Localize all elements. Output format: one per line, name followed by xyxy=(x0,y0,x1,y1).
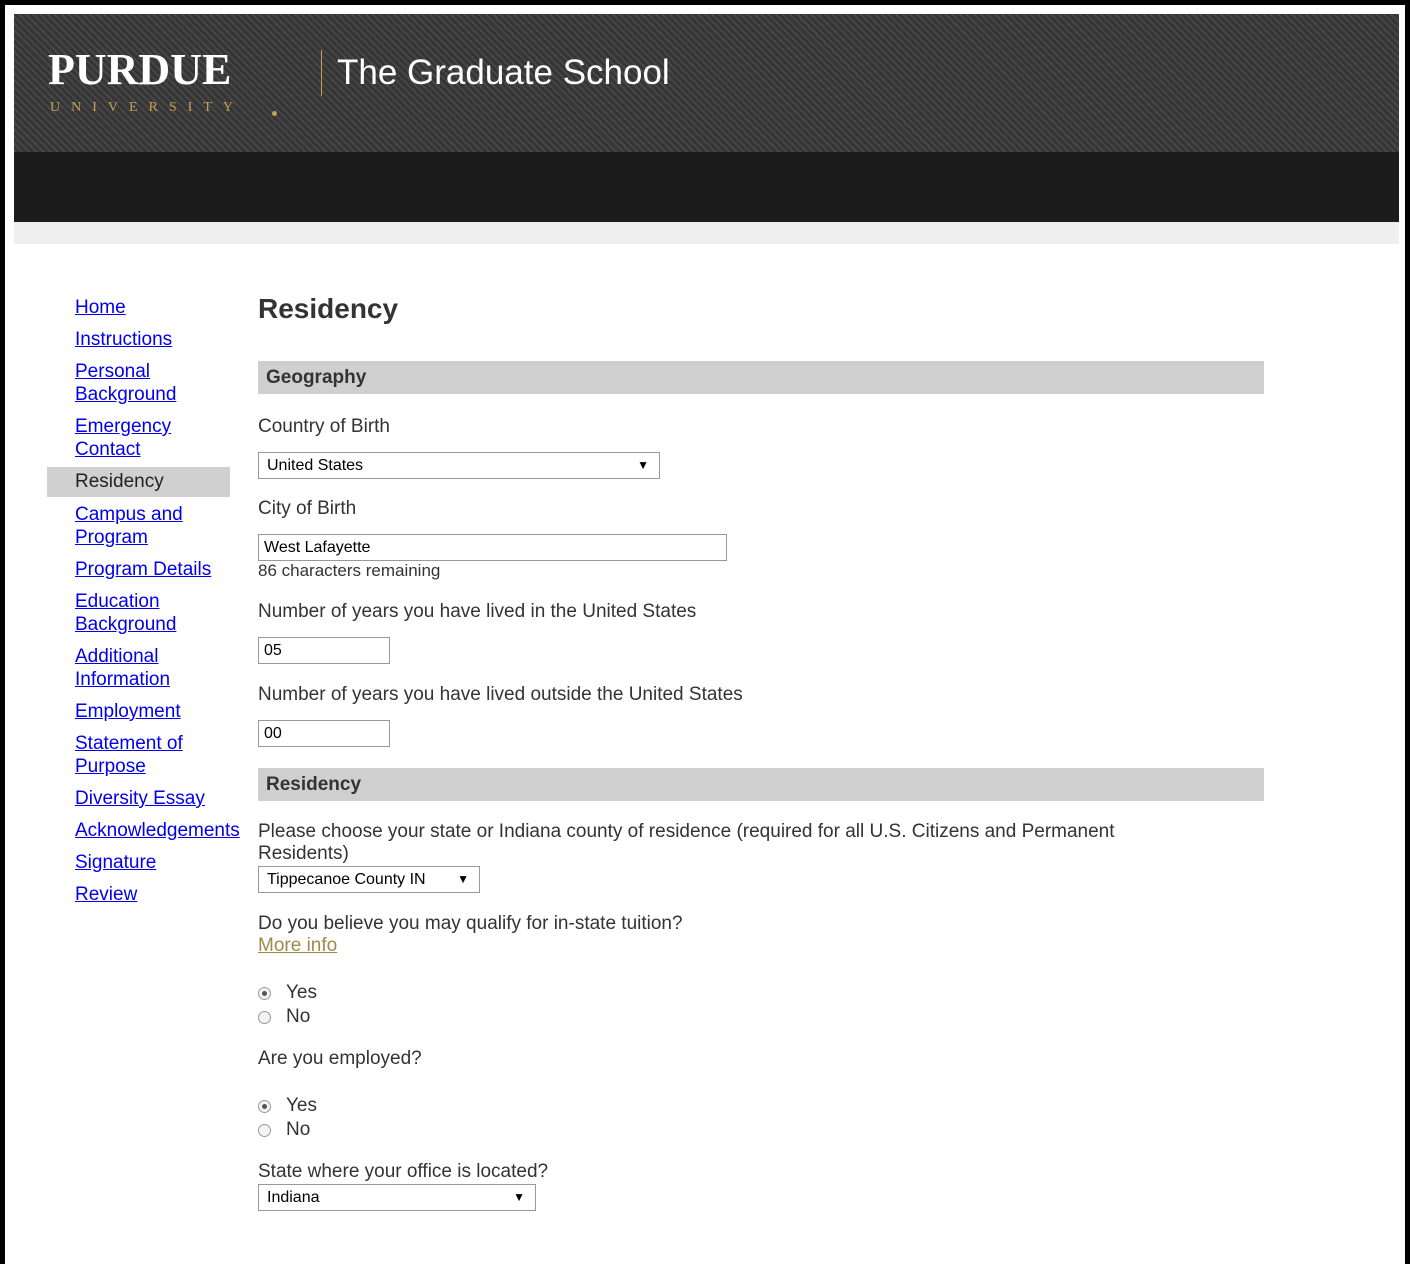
purdue-logo-wordmark[interactable]: PURDUE xyxy=(48,48,231,92)
city-characters-remaining: 86 characters remaining xyxy=(258,561,441,580)
state-of-residence-select[interactable]: Tippecanoe County IN ▼ xyxy=(258,866,480,893)
years-in-us-label: Number of years you have lived in the Un… xyxy=(258,601,697,622)
tuition-yes-radio[interactable] xyxy=(258,986,271,1000)
city-of-birth-label: City of Birth xyxy=(258,498,357,519)
years-outside-us-input[interactable]: 00 xyxy=(258,720,390,747)
browser-frame: PURDUE UNIVERSITY The Graduate School Ho… xyxy=(0,0,1410,1264)
tuition-no-option[interactable]: No xyxy=(258,1005,1264,1029)
chevron-down-icon: ▼ xyxy=(457,872,469,886)
employed-yes-label: Yes xyxy=(286,1095,317,1116)
in-state-tuition-question: Do you believe you may qualify for in-st… xyxy=(258,913,683,934)
employed-no-option[interactable]: No xyxy=(258,1118,1264,1142)
employed-no-label: No xyxy=(286,1119,311,1140)
nav-review[interactable]: Review xyxy=(47,883,230,906)
nav-signature[interactable]: Signature xyxy=(47,851,230,874)
nav-residency-active[interactable]: Residency xyxy=(47,467,230,497)
main-content: Residency Geography Country of Birth Uni… xyxy=(258,290,1264,1211)
page-title: Residency xyxy=(258,293,399,324)
logo-registered-dot xyxy=(272,111,277,116)
chevron-down-icon: ▼ xyxy=(513,1190,525,1204)
office-state-select[interactable]: Indiana ▼ xyxy=(258,1184,536,1211)
nav-statement-of-purpose[interactable]: Statement of Purpose xyxy=(47,732,195,778)
employed-yes-radio[interactable] xyxy=(258,1099,271,1113)
header-banner: PURDUE UNIVERSITY The Graduate School xyxy=(14,14,1399,152)
nav-instructions[interactable]: Instructions xyxy=(47,328,230,351)
purdue-logo-university: UNIVERSITY xyxy=(50,100,244,115)
nav-program-details[interactable]: Program Details xyxy=(47,558,230,581)
nav-home[interactable]: Home xyxy=(47,296,230,319)
nav-campus-and-program[interactable]: Campus and Program xyxy=(47,503,195,549)
nav-additional-information[interactable]: Additional Information xyxy=(47,645,195,691)
years-in-us-input[interactable]: 05 xyxy=(258,637,390,664)
nav-employment[interactable]: Employment xyxy=(47,700,230,723)
tuition-yes-label: Yes xyxy=(286,982,317,1003)
section-residency: Residency xyxy=(258,768,1264,801)
nav-acknowledgements[interactable]: Acknowledgements xyxy=(47,819,240,842)
chevron-down-icon: ▼ xyxy=(637,458,649,472)
country-of-birth-label: Country of Birth xyxy=(258,416,390,437)
nav-personal-background[interactable]: Personal Background xyxy=(47,360,195,406)
office-state-label: State where your office is located? xyxy=(258,1161,549,1182)
tuition-no-label: No xyxy=(286,1006,311,1027)
sub-bar xyxy=(14,222,1399,244)
state-of-residence-label: Please choose your state or Indiana coun… xyxy=(258,821,1115,864)
employed-no-radio[interactable] xyxy=(258,1123,271,1137)
years-outside-us-label: Number of years you have lived outside t… xyxy=(258,684,743,705)
employed-yes-option[interactable]: Yes xyxy=(258,1094,1264,1118)
tuition-no-radio[interactable] xyxy=(258,1010,271,1024)
office-state-value: Indiana xyxy=(267,1189,320,1206)
page: PURDUE UNIVERSITY The Graduate School Ho… xyxy=(14,14,1399,1264)
site-title[interactable]: The Graduate School xyxy=(337,53,670,93)
city-of-birth-input[interactable]: West Lafayette xyxy=(258,534,727,561)
nav-bar xyxy=(14,152,1399,222)
tuition-yes-option[interactable]: Yes xyxy=(258,981,1264,1005)
logo-divider xyxy=(321,50,322,96)
section-geography: Geography xyxy=(258,361,1264,394)
nav-emergency-contact[interactable]: Emergency Contact xyxy=(47,415,195,461)
more-info-link[interactable]: More info xyxy=(258,935,337,956)
country-of-birth-select[interactable]: United States ▼ xyxy=(258,452,660,479)
employed-question: Are you employed? xyxy=(258,1048,422,1069)
nav-education-background[interactable]: Education Background xyxy=(47,590,195,636)
sidebar-nav: Home Instructions Personal Background Em… xyxy=(47,296,240,915)
state-of-residence-value: Tippecanoe County IN xyxy=(267,871,426,888)
country-of-birth-value: United States xyxy=(267,457,364,474)
nav-diversity-essay[interactable]: Diversity Essay xyxy=(47,787,230,810)
